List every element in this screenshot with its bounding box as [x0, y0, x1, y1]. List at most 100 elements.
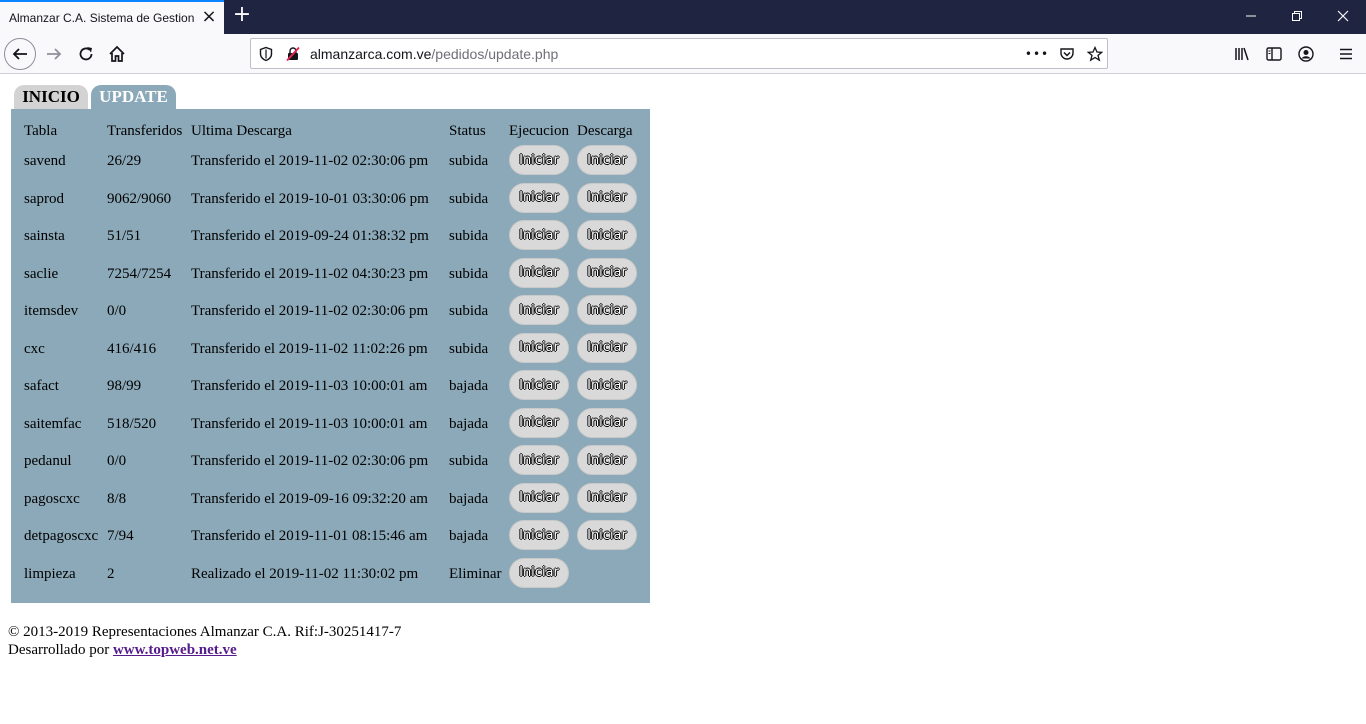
bookmark-star-icon[interactable]	[1085, 44, 1105, 64]
table-row: savend 26/29 Transferido el 2019-11-02 02:…	[11, 145, 650, 182]
cell-ultima-descarga: Transferido el 2019-10-01 03:30:06 pm	[191, 190, 429, 207]
cell-transferidos: 7254/7254	[107, 265, 172, 282]
cell-ultima-descarga: Transferido el 2019-11-02 02:30:06 pm	[191, 153, 429, 169]
ejecucion-iniciar-button[interactable]: Iniciar	[509, 257, 569, 288]
cell-ultima-descarga: Transferido el 2019-11-01 08:15:46 am	[191, 528, 428, 544]
descarga-iniciar-button[interactable]: Iniciar	[577, 182, 637, 213]
descarga-iniciar-button[interactable]: Iniciar	[577, 220, 637, 250]
footer: © 2013-2019 Representaciones Almanzar C.…	[8, 623, 401, 659]
table-row: saitemfac 518/520 Transferido el 2019-11-0…	[11, 407, 650, 445]
insecure-lock-icon[interactable]	[283, 44, 303, 64]
footer-copyright: © 2013-2019 Representaciones Almanzar C.…	[8, 624, 402, 640]
cell-tabla: saitemfac	[24, 415, 82, 432]
descarga-iniciar-button[interactable]: Iniciar	[577, 332, 637, 363]
ejecucion-iniciar-button[interactable]: Iniciar	[509, 332, 569, 363]
tab-inicio[interactable]: INICIO	[14, 85, 88, 109]
cell-status: subida	[449, 303, 489, 319]
cell-ultima-descarga: Realizado el 2019-11-02 11:30:02 pm	[191, 565, 419, 582]
pocket-icon[interactable]	[1057, 44, 1077, 64]
back-arrow-icon[interactable]	[4, 38, 36, 70]
table-row: limpieza 2 Realizado el 2019-11-02 11:30:0…	[11, 557, 650, 595]
home-icon[interactable]	[101, 38, 133, 70]
descarga-iniciar-button[interactable]: Iniciar	[577, 407, 637, 438]
header-ultima-descarga: Ultima Descarga	[191, 123, 292, 139]
developer-link[interactable]: www.topweb.net.ve	[113, 642, 237, 658]
table-row: sainsta 51/51 Transferido el 2019-09-24 01…	[11, 220, 650, 257]
cell-transferidos: 51/51	[107, 228, 142, 244]
cell-ultima-descarga: Transferido el 2019-11-03 10:00:01 am	[191, 378, 428, 394]
url-text[interactable]: almanzarca.com.ve/pedidos/update.php	[310, 46, 558, 62]
table-row: safact 98/99 Transferido el 2019-11-03 10:…	[11, 370, 650, 407]
descarga-iniciar-button[interactable]: Iniciar	[577, 295, 637, 325]
menu-icon[interactable]	[1330, 38, 1362, 70]
cell-transferidos: 2	[107, 565, 115, 582]
page-actions-icon[interactable]: •••	[1025, 44, 1048, 64]
url-path: /pedidos/update.php	[431, 46, 559, 62]
cell-status: bajada	[449, 415, 489, 432]
cell-transferidos: 26/29	[107, 153, 142, 169]
cell-status: bajada	[449, 490, 489, 507]
minimize-icon[interactable]	[1228, 0, 1274, 32]
descarga-iniciar-button[interactable]: Iniciar	[577, 370, 637, 400]
descarga-iniciar-button[interactable]: Iniciar	[577, 445, 637, 475]
cell-ultima-descarga: Transferido el 2019-11-02 02:30:06 pm	[191, 453, 429, 469]
cell-status: subida	[449, 153, 489, 169]
cell-tabla: detpagoscxc	[24, 528, 99, 544]
ejecucion-iniciar-button[interactable]: Iniciar	[509, 557, 569, 588]
table-row: cxc 416/416 Transferido el 2019-11-02 11:0…	[11, 332, 650, 370]
cell-transferidos: 7/94	[107, 528, 134, 544]
cell-status: subida	[449, 265, 489, 282]
header-transferidos: Transferidos	[107, 123, 183, 139]
cell-tabla: safact	[24, 378, 59, 394]
descarga-iniciar-button[interactable]: Iniciar	[577, 520, 637, 550]
table-row: pedanul 0/0 Transferido el 2019-11-02 02:3…	[11, 445, 650, 482]
cell-ultima-descarga: Transferido el 2019-11-02 04:30:23 pm	[191, 265, 429, 282]
table-row: saclie 7254/7254 Transferido el 2019-11-02…	[11, 257, 650, 295]
browser-tab-title: Almanzar C.A. Sistema de Gestion de Pedi…	[9, 11, 197, 25]
cell-transferidos: 98/99	[107, 378, 142, 394]
ejecucion-iniciar-button[interactable]: Iniciar	[509, 407, 569, 438]
descarga-iniciar-button[interactable]: Iniciar	[577, 257, 637, 288]
library-icon[interactable]	[1226, 38, 1258, 70]
header-descarga: Descarga	[577, 123, 633, 139]
title-bar: Almanzar C.A. Sistema de Gestion de Pedi…	[0, 0, 1366, 34]
cell-status: subida	[449, 453, 489, 469]
ejecucion-iniciar-button[interactable]: Iniciar	[509, 182, 569, 213]
update-panel: Tabla Transferidos Ultima Descarga Statu…	[11, 109, 650, 603]
header-ejecucion: Ejecucion	[509, 123, 569, 139]
table-row: detpagoscxc 7/94 Transferido el 2019-11-01…	[11, 520, 650, 557]
descarga-iniciar-button[interactable]: Iniciar	[577, 145, 637, 175]
cell-transferidos: 9062/9060	[107, 190, 172, 207]
cell-status: subida	[449, 190, 489, 207]
cell-tabla: pedanul	[24, 453, 72, 469]
url-bar[interactable]: almanzarca.com.ve/pedidos/update.php •••	[250, 38, 1108, 69]
ejecucion-iniciar-button[interactable]: Iniciar	[509, 482, 569, 513]
shield-icon[interactable]	[256, 44, 276, 64]
ejecucion-iniciar-button[interactable]: Iniciar	[509, 520, 569, 550]
ejecucion-iniciar-button[interactable]: Iniciar	[509, 445, 569, 475]
cell-status: bajada	[449, 378, 489, 394]
ejecucion-iniciar-button[interactable]: Iniciar	[509, 145, 569, 175]
browser-tab-active[interactable]: Almanzar C.A. Sistema de Gestion de Pedi…	[0, 0, 224, 34]
tab-close-icon[interactable]: ×	[200, 8, 218, 27]
cell-transferidos: 8/8	[107, 490, 127, 507]
ejecucion-iniciar-button[interactable]: Iniciar	[509, 220, 569, 250]
forward-arrow-icon[interactable]	[38, 38, 70, 70]
restore-icon[interactable]	[1274, 0, 1320, 32]
cell-tabla: pagoscxc	[24, 490, 80, 507]
footer-dev-prefix: Desarrollado por	[8, 642, 110, 658]
close-window-icon[interactable]	[1320, 0, 1366, 32]
cell-status: Eliminar	[449, 565, 502, 582]
new-tab-icon[interactable]: +	[230, 4, 254, 28]
tab-update[interactable]: UPDATE	[91, 85, 176, 109]
account-icon[interactable]	[1290, 38, 1322, 70]
cell-tabla: savend	[24, 153, 66, 169]
footer-developer: Desarrollado por www.topweb.net.ve	[8, 641, 401, 659]
descarga-iniciar-button[interactable]: Iniciar	[577, 482, 637, 513]
ejecucion-iniciar-button[interactable]: Iniciar	[509, 370, 569, 400]
cell-tabla: cxc	[24, 340, 45, 357]
sidebar-icon[interactable]	[1258, 38, 1290, 70]
reload-icon[interactable]	[70, 38, 102, 70]
url-domain: almanzarca.com.ve	[310, 46, 432, 62]
ejecucion-iniciar-button[interactable]: Iniciar	[509, 295, 569, 325]
